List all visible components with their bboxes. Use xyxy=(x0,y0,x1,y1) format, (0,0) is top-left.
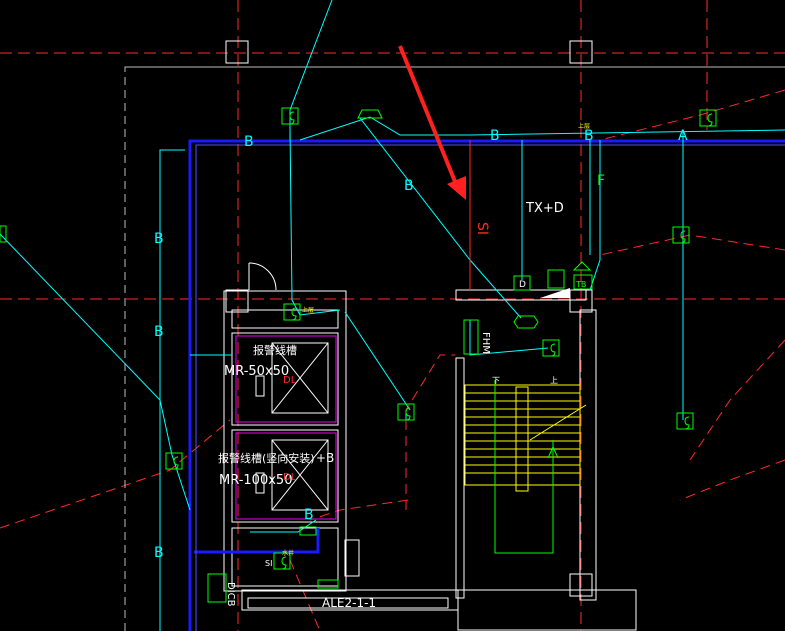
annotation-arrow xyxy=(398,45,466,200)
label-si: SI xyxy=(474,222,490,235)
label-alarm-trough: 报警线槽 xyxy=(253,343,297,357)
bus-label: B xyxy=(244,134,254,150)
bus-label: B xyxy=(154,324,164,340)
walls xyxy=(223,262,637,631)
bus-label: B xyxy=(154,231,164,247)
label-dl2: DL xyxy=(283,472,297,483)
label-mr2: MR-100x50 xyxy=(219,473,292,488)
label-txd: TX+D xyxy=(525,201,564,216)
column-boxes xyxy=(225,40,593,597)
bus-label: B xyxy=(490,128,500,144)
tag-well: 水井 xyxy=(282,549,294,557)
devices xyxy=(0,107,717,603)
axis-lines xyxy=(0,0,785,631)
label-mr1: MR-50x50 xyxy=(224,364,289,379)
label-fhm: FHM xyxy=(480,332,491,354)
axis-diagonals xyxy=(0,89,785,631)
label-d-box: D xyxy=(519,280,526,290)
label-ale: ALE2-1-1 xyxy=(322,596,376,610)
stair-down-label: 下 xyxy=(492,376,500,385)
label-alarm-trough-vertical: 报警线槽(竖向安装) xyxy=(218,451,315,465)
label-si-box: SI xyxy=(265,559,272,568)
stair-up-label: 上 xyxy=(550,376,558,385)
fire-trunk-inner xyxy=(195,144,785,631)
bus-label: B xyxy=(154,545,164,561)
tag-upper: 上层 xyxy=(302,306,314,314)
wires xyxy=(0,0,785,631)
label-dl: DL xyxy=(283,375,297,386)
stair-guides xyxy=(494,380,559,554)
label-plus-b: +B xyxy=(316,451,334,465)
bus-label-f: F xyxy=(597,173,605,189)
label-tb-box: TB xyxy=(575,280,586,289)
bus-label: B xyxy=(404,178,414,194)
bus-label: B xyxy=(584,128,594,144)
tag-upper-2: 上层 xyxy=(578,122,590,130)
bus-labels: B B B B B B B A B xyxy=(154,128,688,561)
bus-label: B xyxy=(304,507,314,523)
fire-trunk xyxy=(188,139,785,631)
stairs xyxy=(464,384,587,492)
cad-drawing-canvas[interactable]: B B B B B B B A B F TX+D SI FHM D TB 报警线… xyxy=(0,0,785,631)
bus-label: A xyxy=(678,128,688,144)
device-symbols xyxy=(173,111,713,570)
label-dicb: DICB xyxy=(225,582,236,607)
